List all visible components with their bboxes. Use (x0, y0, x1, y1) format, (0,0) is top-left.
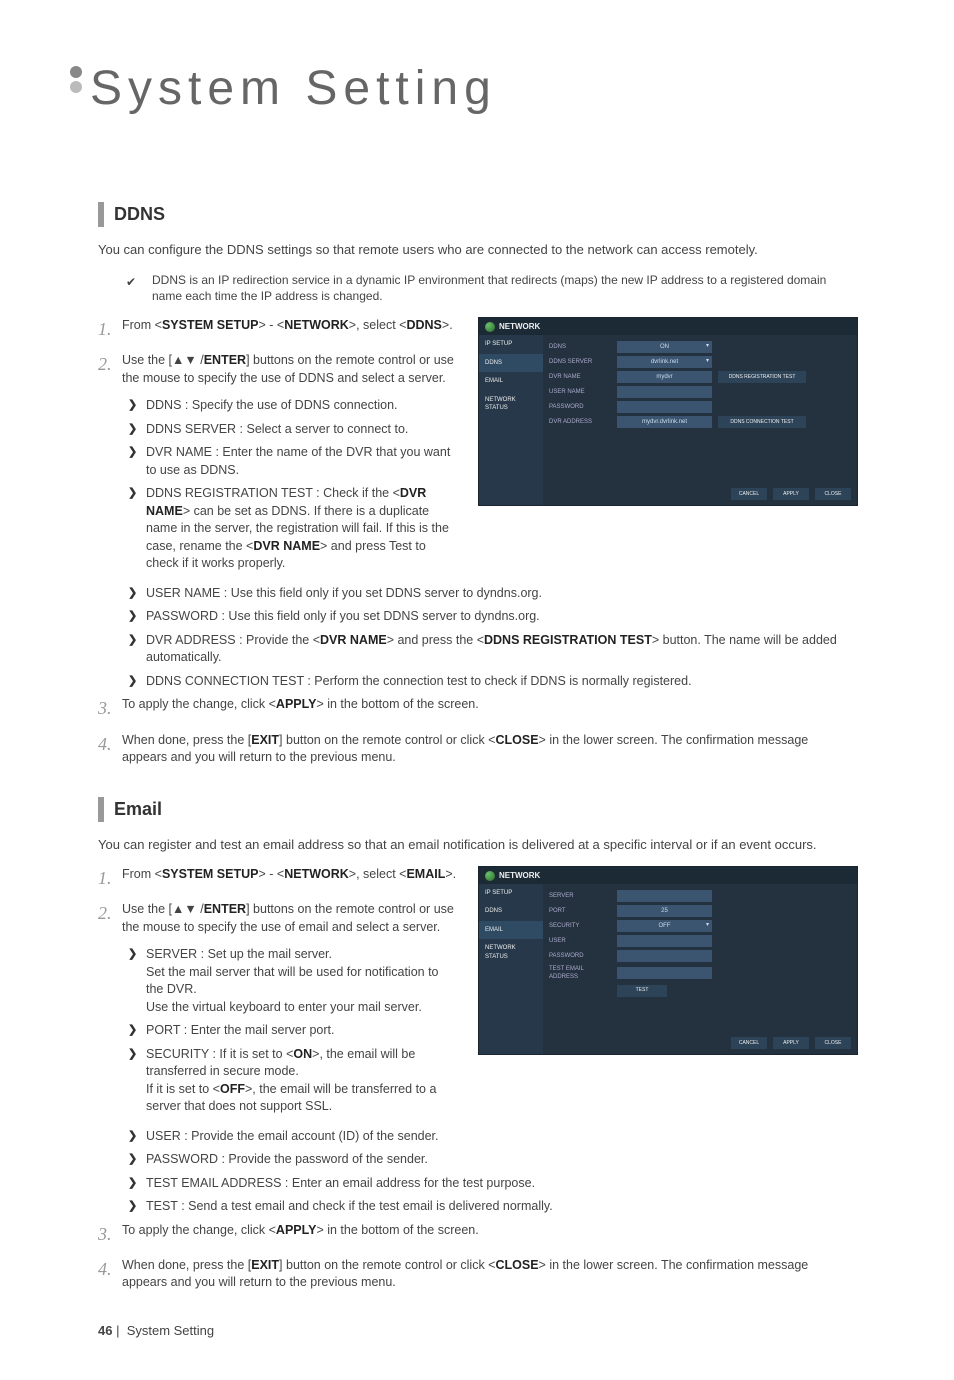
globe-icon (485, 322, 495, 332)
side-network-status[interactable]: NETWORK STATUS (479, 939, 543, 966)
ddns-screenshot: NETWORK IP SETUP DDNS EMAIL NETWORK STAT… (478, 317, 858, 506)
close-button[interactable]: CLOSE (815, 488, 851, 500)
section-email-heading: Email (98, 797, 856, 822)
test-button[interactable]: TEST (617, 985, 667, 997)
email-intro: You can register and test an email addre… (98, 836, 856, 854)
email-password-field[interactable] (617, 950, 712, 962)
server-field[interactable] (617, 890, 712, 902)
side-ddns[interactable]: DDNS (479, 902, 543, 920)
side-network-status[interactable]: NETWORK STATUS (479, 391, 543, 418)
apply-button[interactable]: APPLY (773, 1037, 809, 1049)
ddns-server-select[interactable]: dvrlink.net (617, 356, 712, 368)
globe-icon (485, 871, 495, 881)
ddns-step-1: 1. From <SYSTEM SETUP> - <NETWORK>, sele… (98, 317, 458, 342)
side-ip-setup[interactable]: IP SETUP (479, 884, 543, 902)
cancel-button[interactable]: CANCEL (731, 488, 767, 500)
ddns-step-4: 4. When done, press the [EXIT] button on… (98, 732, 856, 767)
section-ddns-heading: DDNS (98, 202, 856, 227)
port-field[interactable]: 25 (617, 905, 712, 917)
cancel-button[interactable]: CANCEL (731, 1037, 767, 1049)
email-bullets-a: SERVER : Set up the mail server. Set the… (128, 946, 458, 1116)
email-step-4: 4. When done, press the [EXIT] button on… (98, 1257, 856, 1292)
apply-button[interactable]: APPLY (773, 488, 809, 500)
dvr-name-field[interactable]: mydvr (617, 371, 712, 383)
side-ddns[interactable]: DDNS (479, 354, 543, 372)
side-email[interactable]: EMAIL (479, 372, 543, 390)
side-ip-setup[interactable]: IP SETUP (479, 335, 543, 353)
ddns-bullets-b: USER NAME : Use this field only if you s… (128, 585, 856, 691)
email-step-1: 1. From <SYSTEM SETUP> - <NETWORK>, sele… (98, 866, 458, 891)
email-user-field[interactable] (617, 935, 712, 947)
page-footer: 46 | System Setting (0, 1302, 954, 1340)
ddns-tip: ✔ DDNS is an IP redirection service in a… (98, 272, 856, 306)
email-bullets-b: USER : Provide the email account (ID) of… (128, 1128, 856, 1216)
user-name-field[interactable] (617, 386, 712, 398)
side-email[interactable]: EMAIL (479, 921, 543, 939)
email-step-2: 2. Use the [▲▼ /ENTER] buttons on the re… (98, 901, 458, 936)
security-select[interactable]: OFF (617, 920, 712, 932)
password-field[interactable] (617, 401, 712, 413)
ddns-step-2: 2. Use the [▲▼ /ENTER] buttons on the re… (98, 352, 458, 387)
page-title: System Setting (0, 0, 954, 122)
email-screenshot: NETWORK IP SETUP DDNS EMAIL NETWORK STAT… (478, 866, 858, 1055)
ddns-intro: You can configure the DDNS settings so t… (98, 241, 856, 259)
test-email-field[interactable] (617, 967, 712, 979)
close-button[interactable]: CLOSE (815, 1037, 851, 1049)
dvr-address-field[interactable]: mydvr.dvrlink.net (617, 416, 712, 428)
ddns-select[interactable]: ON (617, 341, 712, 353)
ddns-bullets-a: DDNS : Specify the use of DDNS connectio… (128, 397, 458, 573)
ddns-reg-test-button[interactable]: DDNS REGISTRATION TEST (718, 371, 806, 383)
ddns-step-3: 3. To apply the change, click <APPLY> in… (98, 696, 856, 721)
check-icon: ✔ (126, 274, 136, 291)
ddns-conn-test-button[interactable]: DDNS CONNECTION TEST (718, 416, 806, 428)
email-step-3: 3. To apply the change, click <APPLY> in… (98, 1222, 856, 1247)
